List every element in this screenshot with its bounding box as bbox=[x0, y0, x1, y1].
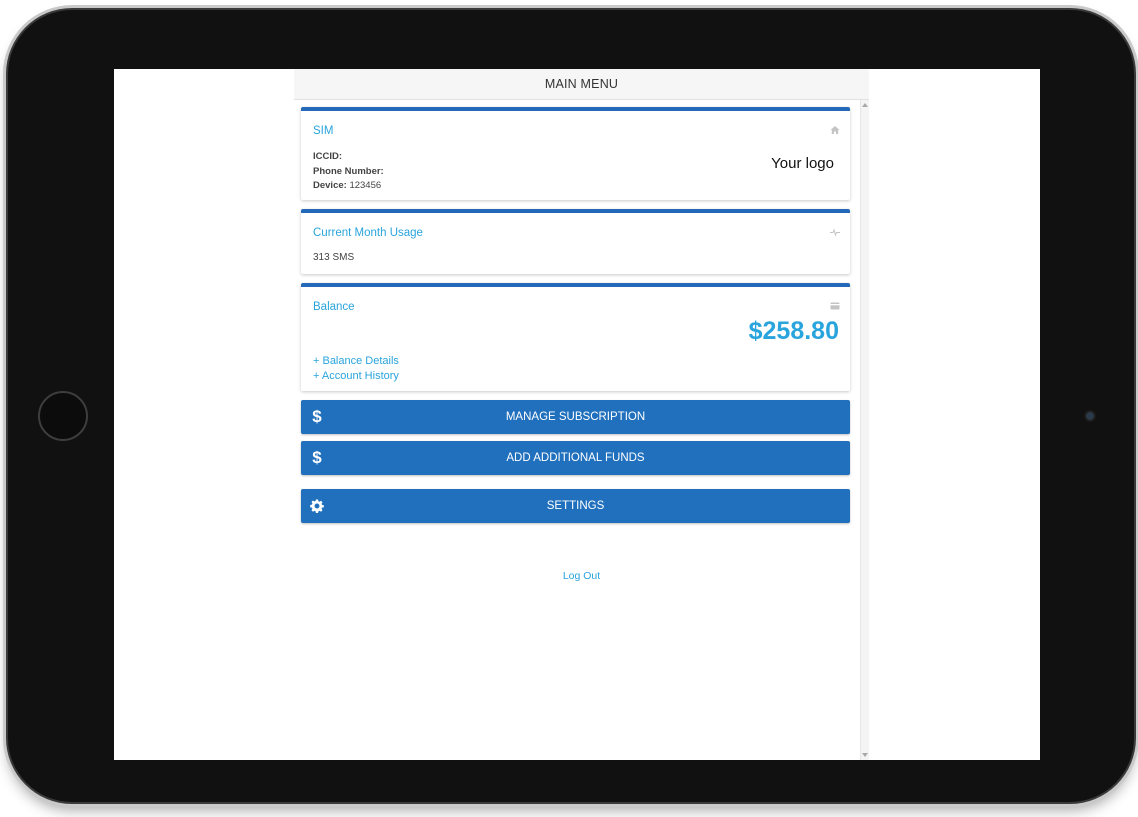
scroll-down-icon[interactable] bbox=[862, 753, 868, 757]
manage-subscription-button[interactable]: $ MANAGE SUBSCRIPTION bbox=[301, 400, 850, 434]
usage-value: 313 SMS bbox=[313, 252, 355, 263]
device-label: Device: bbox=[313, 180, 347, 191]
sim-card-title: SIM bbox=[313, 125, 334, 137]
sim-details: ICCID: Phone Number: Device: 123456 bbox=[313, 150, 838, 194]
balance-card: Balance $258.80 + Balance Details + Acco… bbox=[301, 283, 850, 391]
add-funds-label: ADD ADDITIONAL FUNDS bbox=[506, 452, 645, 464]
device-value: 123456 bbox=[349, 180, 382, 191]
gear-icon bbox=[310, 499, 324, 513]
main-content: SIM ICCID: Phone Number: Device: 123456 … bbox=[301, 107, 850, 523]
balance-amount: $258.80 bbox=[748, 317, 839, 345]
home-button[interactable] bbox=[38, 391, 88, 441]
logo: Your logo bbox=[771, 155, 834, 172]
balance-details-link[interactable]: + Balance Details bbox=[313, 354, 399, 369]
home-icon bbox=[830, 126, 840, 134]
logout-link[interactable]: Log Out bbox=[294, 570, 869, 582]
tablet-frame: MAIN MENU SIM ICCID: Phone Number: Devic… bbox=[8, 10, 1134, 802]
pulse-icon bbox=[830, 228, 840, 237]
dollar-icon: $ bbox=[312, 407, 322, 426]
usage-card-title: Current Month Usage bbox=[313, 227, 423, 239]
page-title: MAIN MENU bbox=[294, 69, 869, 100]
device-row: Device: 123456 bbox=[313, 179, 838, 194]
app-viewport: MAIN MENU SIM ICCID: Phone Number: Devic… bbox=[294, 69, 869, 760]
sim-card: SIM ICCID: Phone Number: Device: 123456 … bbox=[301, 107, 850, 200]
balance-card-title: Balance bbox=[313, 301, 355, 313]
account-history-link[interactable]: + Account History bbox=[313, 369, 399, 384]
credit-card-icon bbox=[830, 302, 840, 310]
iccid-row: ICCID: bbox=[313, 150, 838, 165]
usage-card: Current Month Usage 313 SMS bbox=[301, 209, 850, 274]
camera-icon bbox=[1084, 410, 1096, 422]
manage-subscription-label: MANAGE SUBSCRIPTION bbox=[505, 411, 646, 423]
phone-number-row: Phone Number: bbox=[313, 165, 838, 180]
iccid-label: ICCID: bbox=[313, 151, 343, 162]
balance-links: + Balance Details + Account History bbox=[313, 354, 399, 383]
settings-button[interactable]: SETTINGS bbox=[301, 489, 850, 523]
dollar-icon: $ bbox=[312, 448, 322, 467]
phone-number-label: Phone Number: bbox=[313, 165, 384, 177]
add-funds-button[interactable]: $ ADD ADDITIONAL FUNDS bbox=[301, 441, 850, 475]
screen: MAIN MENU SIM ICCID: Phone Number: Devic… bbox=[114, 69, 1040, 760]
scroll-up-icon[interactable] bbox=[862, 103, 868, 107]
settings-label: SETTINGS bbox=[546, 500, 605, 512]
scrollbar[interactable] bbox=[860, 100, 869, 760]
